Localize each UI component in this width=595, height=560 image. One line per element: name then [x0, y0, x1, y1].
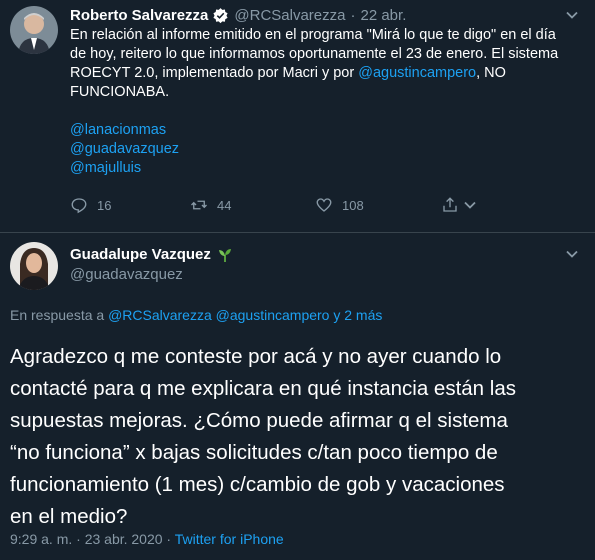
share-icon — [443, 197, 457, 212]
reply-prefix: En respuesta a — [10, 307, 109, 323]
tweet-menu-chevron-icon[interactable] — [565, 8, 579, 27]
text-segment: , NO — [476, 65, 506, 81]
like-button[interactable]: 108 — [315, 196, 364, 214]
tweet1-text: En relación al informe emitido en el pro… — [70, 26, 588, 178]
share-menu-chevron-icon[interactable] — [463, 198, 477, 217]
tweet-text-line: Agradezco q me conteste por acá y no aye… — [10, 345, 502, 368]
avatar-roberto[interactable] — [10, 6, 58, 54]
like-count: 108 — [342, 197, 364, 213]
retweet-button[interactable]: 44 — [190, 196, 231, 214]
tweet-meta: 9:29 a. m. · 23 abr. 2020 · Twitter for … — [10, 531, 284, 547]
retweet-icon — [191, 200, 207, 210]
tweet-text-line: ROECYT 2.0, implementado por Macri y por… — [70, 64, 588, 83]
mention-link[interactable]: @majulluis — [70, 159, 588, 178]
source-link[interactable]: Twitter for iPhone — [175, 531, 284, 547]
reply-context: En respuesta a @RCSalvarezza @agustincam… — [10, 307, 382, 323]
retweet-count: 44 — [217, 197, 232, 213]
reply-mentions[interactable]: @RCSalvarezza @agustincampero — [108, 307, 329, 323]
divider — [0, 232, 595, 233]
tweet-date[interactable]: 22 abr. — [360, 7, 406, 24]
text-segment: ROECYT 2.0, implementado por Macri y por — [70, 65, 359, 81]
reply-button[interactable]: 16 — [70, 196, 111, 214]
tweet-text-line: supuestas mejoras. ¿Cómo puede afirmar q… — [10, 409, 508, 432]
tweet-text-line: En relación al informe emitido en el pro… — [70, 27, 556, 43]
reply-count: 16 — [97, 197, 112, 213]
avatar-image — [10, 6, 58, 54]
mention-link[interactable]: @guadavazquez — [70, 140, 588, 159]
reply-more[interactable]: y 2 más — [329, 307, 382, 323]
share-button[interactable] — [441, 196, 459, 214]
timestamp[interactable]: 9:29 a. m. · 23 abr. 2020 · — [10, 531, 175, 547]
avatar-guadalupe[interactable] — [10, 242, 58, 290]
reply-icon — [71, 198, 87, 214]
handle[interactable]: @guadavazquez — [70, 266, 183, 283]
mention-link[interactable]: @agustincampero — [358, 65, 476, 81]
tweet2-header: Guadalupe Vazquez — [70, 246, 233, 263]
mention-link[interactable]: @lanacionmas — [70, 121, 588, 140]
tweet-text-line: en el medio? — [10, 505, 128, 528]
handle[interactable]: @RCSalvarezza — [234, 7, 345, 24]
avatar-image — [10, 242, 58, 290]
tweet-text-line: de hoy, reitero lo que informamos oportu… — [70, 46, 559, 62]
display-name[interactable]: Roberto Salvarezza — [70, 7, 208, 24]
tweet-text-line: “no funciona” x bajas solicitudes c/tan … — [10, 441, 498, 464]
display-name[interactable]: Guadalupe Vazquez — [70, 246, 211, 263]
heart-icon — [316, 198, 332, 212]
separator-dot: · — [350, 7, 356, 24]
tweet-text-line: funcionamiento (1 mes) c/cambio de gob y… — [10, 473, 505, 496]
verified-badge-icon — [212, 7, 229, 24]
tweet1-header: Roberto Salvarezza @RCSalvarezza · 22 ab… — [70, 7, 406, 24]
tweet-text-line: contacté para q me explicara en qué inst… — [10, 377, 516, 400]
tweet-menu-chevron-icon[interactable] — [565, 247, 579, 266]
seedling-icon — [217, 247, 233, 263]
tweet-text-line: FUNCIONABA. — [70, 84, 170, 100]
tweet2-text: Agradezco q me conteste por acá y no aye… — [10, 341, 588, 533]
